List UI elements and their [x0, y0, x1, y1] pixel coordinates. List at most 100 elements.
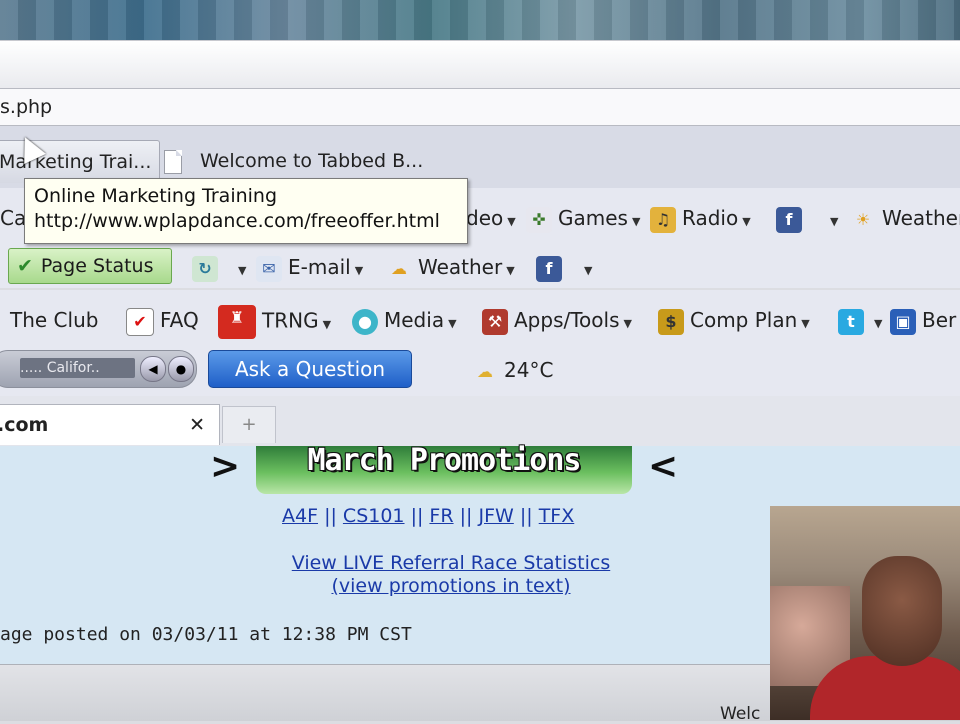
toolbar-media-label: Media	[384, 308, 445, 332]
toolbar-item-faq[interactable]: ✔ FAQ	[126, 305, 199, 336]
promo-links: A4F || CS101 || FR || JFW || TFX	[282, 505, 574, 527]
envelope-icon: ✉	[256, 255, 282, 282]
dropdown-arrow-icon: ▼	[584, 264, 593, 277]
dropdown-arrow-icon: ▼	[623, 317, 632, 330]
weather-sun-icon: ☁	[391, 258, 407, 278]
toolbar-video-label: deo	[466, 206, 504, 230]
weightlifter-icon: ♜	[218, 305, 256, 339]
facebook-icon: f	[536, 255, 562, 282]
promotions-text-link[interactable]: (view promotions in text)	[331, 575, 570, 597]
dropdown-arrow-icon: ▼	[506, 264, 515, 277]
volume-icon[interactable]: ◀	[140, 356, 166, 382]
page-status-label: Page Status	[40, 255, 154, 277]
weather-sun-icon: ☀	[855, 209, 871, 229]
toolbar-item-radio[interactable]: ♫ Radio ▼	[650, 203, 751, 237]
promotions-banner: March Promotions	[256, 446, 632, 494]
new-tab-button[interactable]: +	[222, 406, 276, 443]
status-text: Welc	[720, 704, 761, 724]
desktop-background	[0, 0, 960, 40]
browser-titlebar	[0, 40, 960, 89]
toolbar-item-video[interactable]: deo ▼	[466, 203, 516, 237]
toolbar-refresh[interactable]: ↻ ▼	[192, 252, 246, 286]
tooltip-title: Online Marketing Training	[34, 185, 278, 207]
page-status-button[interactable]: ✔ Page Status	[8, 248, 172, 284]
toolbar-comp-plan-label: Comp Plan	[690, 308, 798, 332]
dropdown-arrow-icon: ▼	[354, 264, 364, 277]
promo-link-jfw[interactable]: JFW	[478, 505, 513, 527]
toolbar-games-label: Games	[558, 206, 628, 230]
toolbar-item-weather[interactable]: ☀ Weather	[850, 203, 960, 233]
check-icon: ✔	[17, 255, 33, 277]
gamepad-icon: ✜	[526, 206, 552, 233]
toolbar-item-comp-plan[interactable]: $ Comp Plan ▼	[658, 305, 810, 339]
link-separator: ||	[459, 505, 473, 527]
toolbar-item-apps-tools[interactable]: ⚒ Apps/Tools ▼	[482, 305, 632, 339]
toolbar-item-email[interactable]: ✉ E-mail ▼	[256, 252, 363, 286]
link-separator: ||	[519, 505, 533, 527]
tools-icon: ⚒	[482, 308, 508, 335]
toolbar-ben-label: Ber	[922, 308, 957, 332]
gift-icon: ▣	[890, 308, 916, 335]
promo-link-tfx[interactable]: TFX	[539, 505, 575, 527]
toolbar-weather-label: Weather	[882, 206, 960, 230]
temperature-label: 24°C	[504, 358, 554, 382]
dropdown-arrow-icon: ▼	[874, 317, 883, 330]
toolbar-item-weather-2[interactable]: ☁ Weather ▼	[386, 252, 515, 286]
tooltip-url: http://www.wplapdance.com/freeoffer.html	[34, 210, 440, 232]
toolbar-apps-label: Apps/Tools	[514, 308, 620, 332]
toolbar-item-games[interactable]: ✜ Games ▼	[526, 203, 640, 237]
address-url[interactable]: s.php	[0, 96, 52, 118]
toolbar-weather-label-2: Weather	[418, 255, 503, 279]
promo-link-fr[interactable]: FR	[429, 505, 453, 527]
dropdown-arrow-icon: ▼	[801, 317, 810, 330]
radio-station-display[interactable]: ..... Califor..	[20, 358, 135, 378]
chevron-left: >	[210, 446, 241, 487]
ask-question-button[interactable]: Ask a Question	[208, 350, 412, 388]
dropdown-arrow-icon: ▼	[448, 317, 457, 330]
webcam-person-face	[862, 556, 942, 666]
refresh-icon: ↻	[192, 255, 218, 282]
posted-timestamp: age posted on 03/03/11 at 12:38 PM CST	[0, 624, 412, 645]
page-tab-label: .com	[0, 414, 49, 436]
browser-tab-welcome[interactable]: Welcome to Tabbed B...	[164, 140, 464, 182]
weather-sun-icon: ☁	[477, 361, 493, 381]
dropdown-arrow-icon: ▼	[631, 215, 641, 228]
toolbar-item-benefits[interactable]: ▣ Ber	[890, 305, 956, 335]
facebook-icon: f	[776, 206, 802, 233]
page-tab-active[interactable]: .com ✕	[0, 404, 220, 445]
media-icon: ●	[352, 308, 378, 335]
twitter-icon: t	[838, 308, 864, 335]
checkmark-icon: ✔	[126, 307, 154, 336]
dropdown-arrow-icon: ▼	[238, 264, 247, 277]
toolbar-trng-label: TRNG	[262, 308, 319, 333]
dropdown-arrow-icon: ▼	[742, 215, 751, 228]
address-bar[interactable]	[0, 88, 960, 126]
promo-link-a4f[interactable]: A4F	[282, 505, 318, 527]
toolbar-radio-label: Radio	[682, 206, 739, 230]
toolbar-item-facebook-2[interactable]: f ▼	[536, 252, 592, 286]
toolbar-item-the-club[interactable]: The Club	[10, 305, 98, 335]
radio-icon: ♫	[650, 206, 676, 233]
toolbar-item-media[interactable]: ● Media ▼	[352, 305, 457, 339]
close-icon[interactable]: ✕	[189, 405, 205, 445]
dropdown-arrow-icon: ▼	[830, 215, 839, 228]
dropdown-arrow-icon: ▼	[322, 317, 332, 331]
chevron-right: <	[648, 446, 679, 487]
temperature-widget[interactable]: ☁ 24°C	[472, 355, 553, 385]
play-icon[interactable]: ●	[168, 356, 194, 382]
tooltip: Online Marketing Training http://www.wpl…	[24, 178, 468, 244]
link-separator: ||	[410, 505, 424, 527]
toolbar-faq-label: FAQ	[160, 308, 199, 332]
document-icon	[164, 149, 182, 174]
link-separator: ||	[324, 505, 337, 527]
toolbar-email-label: E-mail	[288, 255, 351, 279]
referral-stats-link[interactable]: View LIVE Referral Race Statistics	[292, 552, 610, 574]
dropdown-arrow-icon: ▼	[507, 215, 516, 228]
toolbar-item-twitter[interactable]: t ▼	[838, 305, 882, 339]
toolbar-item-trng[interactable]: ♜ TRNG ▼	[218, 305, 331, 340]
promo-link-cs101[interactable]: CS101	[343, 505, 405, 527]
money-bag-icon: $	[658, 308, 684, 335]
toolbar-item-ca[interactable]: Ca	[0, 203, 26, 233]
toolbar-item-facebook[interactable]: f ▼	[776, 203, 838, 237]
webcam-overlay	[770, 506, 960, 720]
